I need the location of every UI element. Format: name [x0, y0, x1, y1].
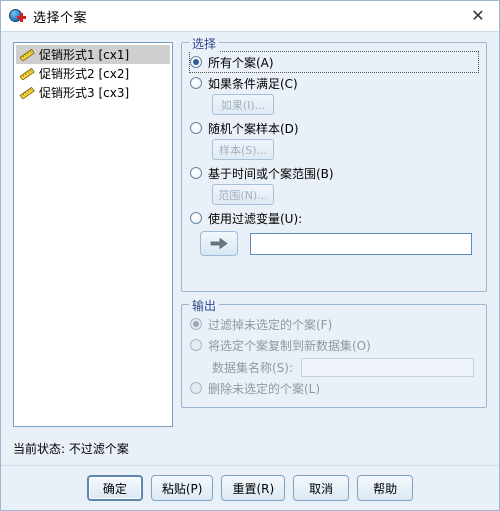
select-cases-dialog: 选择个案 ✕ 促销形式1 [cx1] 促销形式2 [cx2] 促销形式3 [cx…: [0, 0, 500, 511]
radio-if-condition-label: 如果条件满足(C): [208, 76, 298, 91]
radio-indicator: [190, 318, 202, 330]
scale-ruler-icon: [19, 86, 35, 99]
select-cases-icon: [9, 7, 27, 25]
cancel-button[interactable]: 取消: [293, 475, 350, 501]
right-column: 选择 所有个案(A) 如果条件满足(C) 如果(I)... 随机个案样本(D) …: [181, 35, 487, 465]
list-item[interactable]: 促销形式3 [cx3]: [16, 83, 170, 102]
radio-random-sample-label: 随机个案样本(D): [208, 121, 299, 136]
radio-indicator: [190, 167, 202, 179]
radio-indicator: [190, 122, 202, 134]
radio-all-cases[interactable]: 所有个案(A): [189, 51, 479, 73]
radio-indicator: [190, 212, 202, 224]
status-text: 当前状态: 不过滤个案: [13, 442, 129, 456]
if-button: 如果(I)...: [212, 94, 274, 115]
radio-filter-out-unselected-label: 过滤掉未选定的个案(F): [208, 317, 333, 332]
radio-filter-out-unselected: 过滤掉未选定的个案(F): [190, 314, 478, 334]
scale-ruler-icon: [19, 67, 35, 80]
radio-random-sample[interactable]: 随机个案样本(D): [190, 118, 478, 138]
filter-variable-input[interactable]: [250, 232, 472, 255]
scale-ruler-icon: [19, 48, 35, 61]
radio-copy-to-new-dataset: 将选定个案复制到新数据集(O): [190, 335, 478, 355]
output-group-legend: 输出: [189, 297, 220, 314]
ok-button[interactable]: 确定: [86, 475, 143, 501]
output-group: 输出 过滤掉未选定的个案(F) 将选定个案复制到新数据集(O) 数据集名称(S)…: [181, 297, 487, 408]
select-group-legend: 选择: [189, 35, 220, 52]
radio-use-filter-variable-label: 使用过滤变量(U):: [208, 211, 303, 226]
sample-button: 样本(S)...: [212, 139, 274, 160]
radio-indicator: [190, 339, 202, 351]
list-item[interactable]: 促销形式1 [cx1]: [16, 45, 170, 64]
list-item-label: 促销形式1 [cx1]: [39, 48, 130, 62]
list-item-label: 促销形式2 [cx2]: [39, 67, 130, 81]
dataset-name-label: 数据集名称(S):: [212, 360, 294, 375]
dataset-name-row: 数据集名称(S):: [212, 356, 478, 378]
radio-indicator: [190, 382, 202, 394]
radio-indicator: [190, 56, 202, 68]
radio-indicator: [190, 77, 202, 89]
close-icon[interactable]: ✕: [463, 3, 493, 29]
select-group: 选择 所有个案(A) 如果条件满足(C) 如果(I)... 随机个案样本(D) …: [181, 35, 487, 292]
dataset-name-input: [301, 357, 474, 377]
reset-button[interactable]: 重置(R): [221, 475, 286, 501]
right-arrow-icon[interactable]: [200, 231, 238, 256]
radio-if-condition[interactable]: 如果条件满足(C): [190, 73, 478, 93]
radio-copy-to-new-dataset-label: 将选定个案复制到新数据集(O): [208, 338, 371, 353]
radio-delete-unselected-label: 删除未选定的个案(L): [208, 381, 321, 396]
radio-time-range[interactable]: 基于时间或个案范围(B): [190, 163, 478, 183]
title-bar: 选择个案 ✕: [1, 1, 499, 32]
help-button[interactable]: 帮助: [357, 475, 414, 501]
list-item[interactable]: 促销形式2 [cx2]: [16, 64, 170, 83]
radio-all-cases-label: 所有个案(A): [208, 55, 274, 70]
window-title: 选择个案: [33, 10, 88, 26]
radio-use-filter-variable[interactable]: 使用过滤变量(U):: [190, 208, 478, 228]
footer-button-bar: 确定 粘贴(P) 重置(R) 取消 帮助: [1, 465, 499, 510]
radio-delete-unselected: 删除未选定的个案(L): [190, 378, 478, 398]
left-column: 促销形式1 [cx1] 促销形式2 [cx2] 促销形式3 [cx3]: [13, 42, 173, 465]
filter-variable-row: [190, 231, 478, 256]
paste-button[interactable]: 粘贴(P): [150, 475, 214, 501]
range-button: 范围(N)...: [212, 184, 274, 205]
variable-list[interactable]: 促销形式1 [cx1] 促销形式2 [cx2] 促销形式3 [cx3]: [13, 42, 173, 427]
list-item-label: 促销形式3 [cx3]: [39, 86, 130, 100]
radio-time-range-label: 基于时间或个案范围(B): [208, 166, 334, 181]
dialog-body: 促销形式1 [cx1] 促销形式2 [cx2] 促销形式3 [cx3] 选择 所…: [1, 32, 499, 465]
